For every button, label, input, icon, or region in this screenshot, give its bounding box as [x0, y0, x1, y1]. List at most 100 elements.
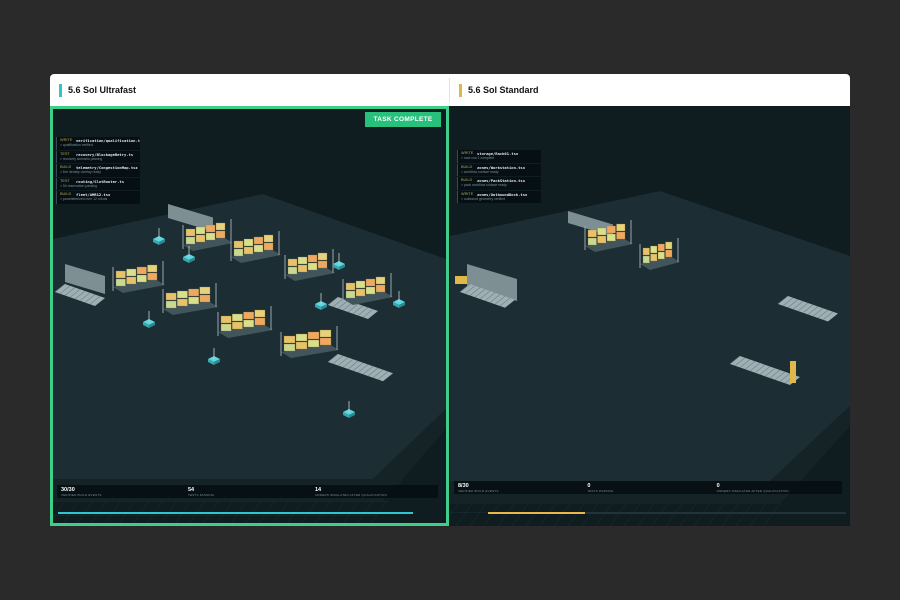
rack-box — [317, 252, 328, 261]
log-entry: TEST recovery/BlockageRetry.ts > recovery … — [56, 150, 140, 163]
standard-progress-track — [488, 512, 846, 514]
stat-cell: 0 ORDERS SIMULATED AFTER QUALIFICATION — [713, 481, 842, 494]
rack-box — [606, 225, 616, 234]
standard-progress-fill — [488, 512, 585, 514]
rack-box — [232, 321, 243, 330]
rack-box — [147, 272, 158, 281]
rack-box — [177, 290, 188, 299]
rack-box — [597, 235, 607, 244]
standard-activity-log: WRITE storage/Rack01.tsx > rack row 1 comp… — [457, 150, 541, 204]
log-note: > workflow surface ready — [461, 169, 499, 174]
rack-box — [375, 284, 386, 293]
rack-box — [345, 290, 356, 299]
rack-box — [642, 247, 650, 256]
rack-box — [188, 296, 199, 305]
rack-box — [307, 254, 318, 263]
log-entry: WRITE verification/qualification.ts > qual… — [56, 137, 140, 150]
log-note: > live density overlay ready — [60, 170, 101, 174]
log-entry: BUILD zones/PackStation.tsx > pack workflo… — [457, 177, 541, 190]
rack-box — [345, 282, 356, 291]
rack-box — [136, 274, 147, 283]
stat-cell: 8/30 VERIFIED BUILD EVENTS — [454, 481, 583, 494]
log-file: recovery/BlockageRetry.ts — [76, 151, 134, 157]
rack-box — [243, 319, 254, 328]
rack-box — [205, 224, 216, 233]
task-complete-badge: TASK COMPLETE — [365, 112, 441, 127]
log-entry: WRITE storage/Rack01.tsx > rack row 1 comp… — [457, 150, 541, 163]
rack-box — [307, 262, 318, 271]
rack-box — [295, 333, 308, 342]
rack-box — [650, 245, 658, 254]
log-verb: WRITE — [461, 191, 474, 196]
stat-label: TESTS PASSING — [587, 489, 614, 493]
dock-marker — [455, 276, 467, 284]
rack-box — [195, 234, 206, 243]
stat-label: ORDERS SIMULATED AFTER QUALIFICATION — [315, 493, 387, 497]
rack-box — [307, 331, 320, 340]
rack-box — [365, 286, 376, 295]
rack-box — [254, 309, 266, 318]
ultrafast-panel: TASK COMPLETE WRITE verification/qualific… — [50, 106, 449, 526]
log-entry: BUILD fleet/AMR12.tsx > parameterized over… — [56, 191, 140, 204]
log-entry: TEST routing/SlotRouter.ts > 54 reservatio… — [56, 177, 140, 190]
rack-box — [297, 264, 308, 273]
rack-box — [232, 313, 243, 322]
rack-box — [287, 266, 298, 275]
rack-box — [657, 251, 665, 260]
ultrafast-activity-log: WRITE verification/qualification.ts > qual… — [56, 137, 140, 205]
stat-cell: 14 ORDERS SIMULATED AFTER QUALIFICATION — [311, 485, 438, 498]
ultrafast-accent-bar — [59, 83, 62, 97]
rack-box — [665, 241, 673, 250]
stat-cell: 54 TESTS PASSING — [184, 485, 311, 498]
rack-box — [375, 276, 386, 285]
log-file: zones/OutboundDock.tsx — [477, 191, 528, 197]
rack-box — [147, 264, 158, 273]
rack-box — [188, 288, 199, 297]
rack-box — [263, 234, 274, 243]
rack-box — [253, 236, 264, 245]
rack-box — [165, 300, 177, 309]
standard-title: 5.6 Sol Standard — [468, 85, 539, 95]
rack-box — [616, 231, 626, 240]
rack-box — [657, 243, 665, 252]
rack-box — [165, 292, 177, 301]
rack-box — [287, 258, 298, 267]
rack-box — [115, 278, 126, 287]
rack-box — [115, 270, 126, 279]
rack-box — [243, 246, 254, 255]
rack-box — [220, 315, 232, 324]
rack-box — [177, 298, 188, 307]
comparison-frame: 5.6 Sol Ultrafast 5.6 Sol Standard TASK … — [50, 74, 850, 526]
stat-label: VERIFIED BUILD EVENTS — [458, 489, 499, 493]
ultrafast-progress-track — [58, 512, 413, 514]
rack-box — [220, 323, 232, 332]
rack-box — [136, 266, 147, 275]
rack-box — [587, 229, 597, 238]
log-file: routing/SlotRouter.ts — [76, 178, 125, 184]
rack-box — [199, 294, 211, 303]
rack-box — [205, 232, 216, 241]
log-entry: BUILD telemetry/CongestionMap.tsx > live d… — [56, 164, 140, 177]
rack-box — [317, 260, 328, 269]
rack-box — [355, 288, 366, 297]
rack-box — [243, 311, 254, 320]
rack-box — [185, 236, 196, 245]
log-verb: TEST — [60, 151, 70, 156]
header-divider — [449, 78, 450, 102]
rack-box — [606, 233, 616, 242]
tab-ultrafast[interactable]: 5.6 Sol Ultrafast — [59, 74, 136, 106]
comparison-header: 5.6 Sol Ultrafast 5.6 Sol Standard — [50, 74, 850, 106]
stat-label: ORDERS SIMULATED AFTER QUALIFICATION — [716, 489, 789, 493]
stat-cell: 30/30 VERIFIED BUILD EVENTS — [57, 485, 184, 498]
rack-box — [126, 276, 137, 285]
log-note: > qualification verified — [60, 143, 93, 147]
tab-standard[interactable]: 5.6 Sol Standard — [459, 74, 539, 106]
rack-box — [355, 280, 366, 289]
rack-box — [215, 222, 226, 231]
log-note: > 54 reservation passing — [60, 183, 98, 188]
rack-box — [283, 343, 296, 352]
stat-cell: 0 TESTS PASSING — [583, 481, 712, 494]
log-entry: BUILD zones/Workstation.tsx > workflow sur… — [457, 163, 541, 176]
log-note: > pack workflow surface ready — [461, 183, 507, 187]
rack-box — [616, 223, 626, 232]
